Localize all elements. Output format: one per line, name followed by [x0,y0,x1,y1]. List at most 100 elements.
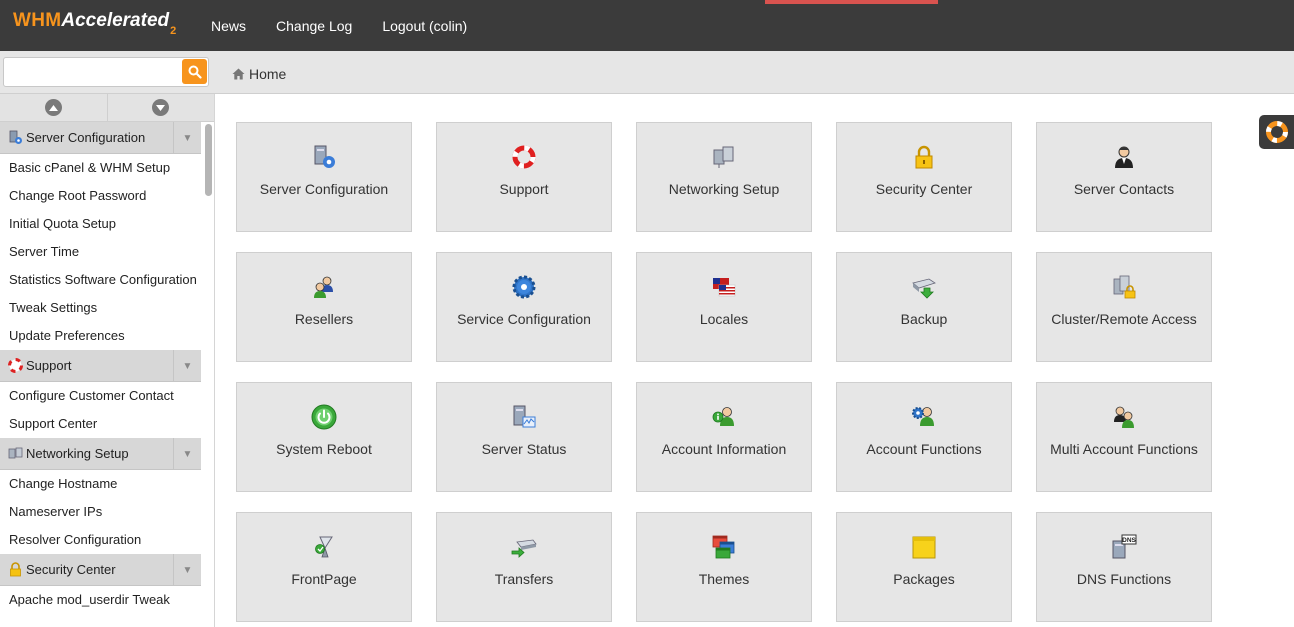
search-button[interactable] [182,59,207,84]
sidebar-section-label: Server Configuration [26,130,146,145]
tile-label: Networking Setup [668,181,780,197]
sidebar-section-label: Support [26,358,72,373]
lifebuoy-icon [1265,121,1288,143]
sidebar-item-server-time[interactable]: Server Time [0,238,201,266]
nav-changelog-link[interactable]: Change Log [276,18,352,34]
tile-backup[interactable]: Backup [836,252,1012,362]
sidebar: Server Configuration ▼ Basic cPanel & WH… [0,94,215,627]
svg-text:DNS: DNS [1122,537,1136,544]
tile-themes[interactable]: Themes [636,512,812,622]
tile-server-contacts[interactable]: Server Contacts [1036,122,1212,232]
chevron-down-icon[interactable]: ▼ [173,350,201,382]
tile-label: Multi Account Functions [1050,441,1198,457]
sidebar-item-configure-customer-contact[interactable]: Configure Customer Contact [0,382,201,410]
home-icon [232,68,245,80]
sidebar-item-change-root-password[interactable]: Change Root Password [0,182,201,210]
chevron-down-icon[interactable]: ▼ [173,438,201,470]
tile-account-functions[interactable]: Account Functions [836,382,1012,492]
sidebar-scroll-down-button[interactable] [108,94,215,121]
search-icon [188,65,202,79]
tile-label: Support [499,181,549,197]
lock-icon [7,562,23,578]
server-config-icon [7,130,23,146]
breadcrumb: Home [232,66,286,82]
chevron-down-icon[interactable]: ▼ [173,554,201,586]
nav-news-link[interactable]: News [211,18,246,34]
cluster-lock-icon [1110,273,1138,301]
sidebar-section-label: Networking Setup [26,446,129,461]
gear-icon [510,273,538,301]
tile-label: Packages [893,571,955,587]
sidebar-section-networking-setup[interactable]: Networking Setup ▼ [0,438,201,470]
sidebar-section-support[interactable]: Support ▼ [0,350,201,382]
tile-label: Server Contacts [1073,181,1175,197]
sidebar-item-update-preferences[interactable]: Update Preferences [0,322,201,350]
contact-person-icon [1110,143,1138,171]
sidebar-item-tweak-settings[interactable]: Tweak Settings [0,294,201,322]
server-gear-icon [310,143,338,171]
sidebar-section-label: Security Center [26,562,116,577]
tile-security-center[interactable]: Security Center [836,122,1012,232]
padlock-icon [910,143,938,171]
sidebar-item-change-hostname[interactable]: Change Hostname [0,470,201,498]
transfers-icon [510,533,538,561]
tile-label: DNS Functions [1076,571,1172,587]
tile-frontpage[interactable]: FrontPage [236,512,412,622]
loading-indicator [765,0,938,4]
tile-server-status[interactable]: Server Status [436,382,612,492]
tile-label: Service Configuration [457,311,591,327]
tile-label: Backup [900,311,948,327]
tile-support[interactable]: Support [436,122,612,232]
tile-label: FrontPage [291,571,357,587]
sidebar-item-resolver-configuration[interactable]: Resolver Configuration [0,526,201,554]
tile-system-reboot[interactable]: System Reboot [236,382,412,492]
logo-accent-text: Accelerated [61,10,170,31]
help-lifebuoy-button[interactable] [1259,115,1294,149]
tile-packages[interactable]: Packages [836,512,1012,622]
tile-account-information[interactable]: Account Information [636,382,812,492]
themes-windows-icon [710,533,738,561]
sidebar-item-initial-quota-setup[interactable]: Initial Quota Setup [0,210,201,238]
sidebar-item-apache-userdir-tweak[interactable]: Apache mod_userdir Tweak [0,586,201,614]
tile-label: Locales [699,311,749,327]
tile-label: Server Configuration [259,181,389,197]
tile-label: Account Information [661,441,787,457]
tile-multi-account-functions[interactable]: Multi Account Functions [1036,382,1212,492]
logo-sub-text: 2 [170,25,177,37]
sidebar-section-security-center[interactable]: Security Center ▼ [0,554,201,586]
tile-label: Transfers [494,571,554,587]
sidebar-scrollbar[interactable] [205,124,212,196]
tile-networking-setup[interactable]: Networking Setup [636,122,812,232]
tile-resellers[interactable]: Resellers [236,252,412,362]
sidebar-item-support-center[interactable]: Support Center [0,410,201,438]
tile-label: Account Functions [866,441,982,457]
tile-cluster-remote-access[interactable]: Cluster/Remote Access [1036,252,1212,362]
tile-service-configuration[interactable]: Service Configuration [436,252,612,362]
tile-label: Resellers [294,311,354,327]
sidebar-scroll-up-button[interactable] [0,94,108,121]
sidebar-item-nameserver-ips[interactable]: Nameserver IPs [0,498,201,526]
tile-transfers[interactable]: Transfers [436,512,612,622]
backup-drive-icon [910,273,938,301]
tile-label: Cluster/Remote Access [1051,311,1197,327]
sidebar-item-basic-setup[interactable]: Basic cPanel & WHM Setup [0,154,201,182]
chevron-down-icon[interactable]: ▼ [173,122,201,154]
sidebar-section-server-configuration[interactable]: Server Configuration ▼ [0,122,201,154]
chevron-up-icon [48,104,58,111]
resellers-people-icon [310,273,338,301]
server-status-icon [510,403,538,431]
tile-dns-functions[interactable]: DNS DNS Functions [1036,512,1212,622]
tile-locales[interactable]: Locales [636,252,812,362]
sidebar-item-statistics-software[interactable]: Statistics Software Configuration [0,266,201,294]
search-bar-row: Home [0,51,1294,94]
multi-account-icon [1110,403,1138,431]
nav-logout-link[interactable]: Logout (colin) [382,18,467,34]
breadcrumb-home-link[interactable]: Home [249,66,286,82]
tile-label: Themes [698,571,750,587]
whm-logo[interactable]: WHMAccelerated2 [13,10,176,42]
search-input[interactable] [3,57,209,87]
lifebuoy-icon [7,358,23,374]
sidebar-menu: Server Configuration ▼ Basic cPanel & WH… [0,122,201,614]
tile-label: Server Status [481,441,567,457]
tile-server-configuration[interactable]: Server Configuration [236,122,412,232]
